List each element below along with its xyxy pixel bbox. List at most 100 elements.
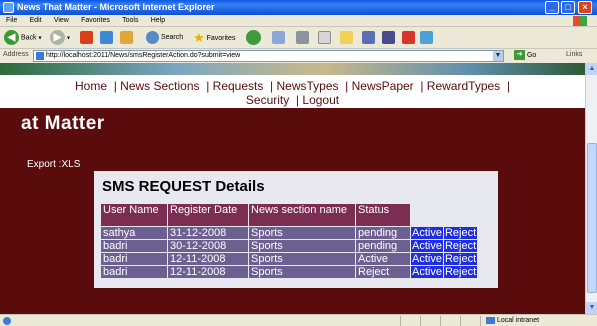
column-status: Status [356, 204, 410, 226]
nav-newstypes[interactable]: NewsTypes [276, 79, 338, 93]
back-button[interactable]: ◀ Back ▾ [4, 30, 41, 46]
nav-rewardtypes[interactable]: RewardTypes [427, 79, 500, 93]
links-button[interactable]: Links [566, 51, 582, 58]
cell-date: 12-11-2008 [168, 266, 248, 278]
cell-user: sathya [101, 227, 167, 239]
status-divider [460, 316, 461, 326]
status-divider [480, 316, 481, 326]
go-arrow-icon: ➜ [514, 50, 525, 61]
column-news-section-name: News section name [249, 204, 355, 226]
toolbar: ◀ Back ▾ ▶ ▾ Search ★ Favorites [0, 27, 597, 49]
menu-tools[interactable]: Tools [122, 15, 138, 27]
back-label: Back [20, 34, 37, 42]
cell-date: 12-11-2008 [168, 253, 248, 265]
security-zone: Local intranet [486, 316, 539, 326]
favorites-star-icon: ★ [193, 30, 205, 45]
menu-file[interactable]: File [6, 15, 17, 27]
active-link[interactable]: Active [411, 253, 443, 265]
mail-button[interactable] [272, 30, 285, 46]
address-dropdown-icon[interactable]: ▼ [493, 51, 503, 61]
print-button[interactable] [296, 30, 309, 46]
edit-button[interactable] [318, 30, 331, 46]
status-divider [440, 316, 441, 326]
cell-section: Sports [249, 253, 355, 265]
home-button[interactable] [120, 30, 133, 46]
favorites-button[interactable]: ★ Favorites [193, 30, 235, 46]
tools-icon [402, 30, 415, 44]
nav-requests[interactable]: Requests [213, 79, 264, 93]
column-register-date: Register Date [168, 204, 248, 226]
tools-button[interactable] [402, 30, 415, 46]
maximize-button[interactable]: □ [561, 1, 575, 14]
spacer-cell [411, 204, 443, 226]
active-link[interactable]: Active [411, 266, 443, 278]
forward-dropdown-icon: ▾ [66, 35, 70, 42]
table-header-row: User Name Register Date News section nam… [101, 204, 477, 226]
cell-section: Sports [249, 240, 355, 252]
title-bar: News That Matter - Microsoft Internet Ex… [0, 0, 597, 15]
back-arrow-icon: ◀ [4, 30, 19, 45]
address-bar: Address http://localhost:2011/News/smsRe… [0, 49, 597, 63]
folder-icon [340, 30, 353, 44]
cell-status: Reject [356, 266, 410, 278]
status-divider [400, 316, 401, 326]
search-button[interactable]: Search [146, 30, 183, 46]
menu-bar: File Edit View Favorites Tools Help [0, 15, 597, 27]
nav-home[interactable]: Home [75, 79, 107, 93]
address-label: Address [3, 51, 29, 58]
extra-button[interactable] [420, 30, 433, 46]
history-button[interactable] [246, 30, 261, 46]
nav-newspaper[interactable]: NewsPaper [352, 79, 414, 93]
messenger-icon [362, 30, 375, 44]
reject-link[interactable]: Reject [443, 266, 478, 278]
nav-logout[interactable]: Logout [302, 93, 339, 107]
minimize-button[interactable]: _ [545, 1, 559, 14]
export-xls-link[interactable]: Export :XLS [27, 159, 80, 170]
vertical-scrollbar[interactable]: ▲ ▼ [585, 63, 597, 314]
refresh-button[interactable] [100, 30, 113, 46]
reject-link[interactable]: Reject [443, 240, 478, 252]
sms-request-table: User Name Register Date News section nam… [100, 203, 478, 279]
active-link[interactable]: Active [411, 227, 443, 239]
discuss-button[interactable] [340, 30, 353, 46]
panel-title: SMS REQUEST Details [102, 178, 265, 195]
favorites-label: Favorites [206, 34, 236, 42]
active-link[interactable]: Active [411, 240, 443, 252]
stop-button[interactable] [80, 30, 93, 46]
cell-section: Sports [249, 227, 355, 239]
menu-edit[interactable]: Edit [30, 15, 42, 27]
close-button[interactable]: × [578, 1, 592, 14]
cell-status: pending [356, 240, 410, 252]
address-input[interactable]: http://localhost:2011/News/smsRegisterAc… [33, 50, 504, 62]
cell-user: badri [101, 253, 167, 265]
search-label: Search [160, 34, 184, 41]
spacer-cell [444, 204, 477, 226]
scroll-up-icon[interactable]: ▲ [586, 63, 597, 75]
home-icon [120, 30, 133, 44]
nav-line-1: Home | News Sections | Requests | NewsTy… [75, 79, 510, 93]
cell-user: badri [101, 266, 167, 278]
nav-security[interactable]: Security [246, 93, 289, 107]
research-button[interactable] [382, 30, 395, 46]
cell-status: Active [356, 253, 410, 265]
ie-icon [3, 2, 14, 13]
page-viewport: Home | News Sections | Requests | NewsTy… [0, 63, 585, 314]
menu-view[interactable]: View [54, 15, 69, 27]
search-icon [146, 30, 159, 44]
scroll-thumb[interactable] [587, 143, 597, 293]
header-banner-image [0, 63, 585, 75]
forward-button[interactable]: ▶ ▾ [50, 30, 70, 46]
menu-favorites[interactable]: Favorites [81, 15, 110, 27]
mail-icon [272, 30, 285, 44]
address-url: http://localhost:2011/News/smsRegisterAc… [46, 52, 241, 59]
scroll-down-icon[interactable]: ▼ [586, 302, 597, 314]
forward-arrow-icon: ▶ [50, 30, 65, 45]
menu-help[interactable]: Help [151, 15, 165, 27]
history-icon [246, 30, 261, 45]
nav-news-sections[interactable]: News Sections [120, 79, 199, 93]
reject-link[interactable]: Reject [443, 253, 478, 265]
messenger-button[interactable] [362, 30, 375, 46]
extension-icon [420, 30, 433, 44]
go-button[interactable]: ➜ Go [514, 50, 546, 62]
reject-link[interactable]: Reject [443, 227, 478, 239]
